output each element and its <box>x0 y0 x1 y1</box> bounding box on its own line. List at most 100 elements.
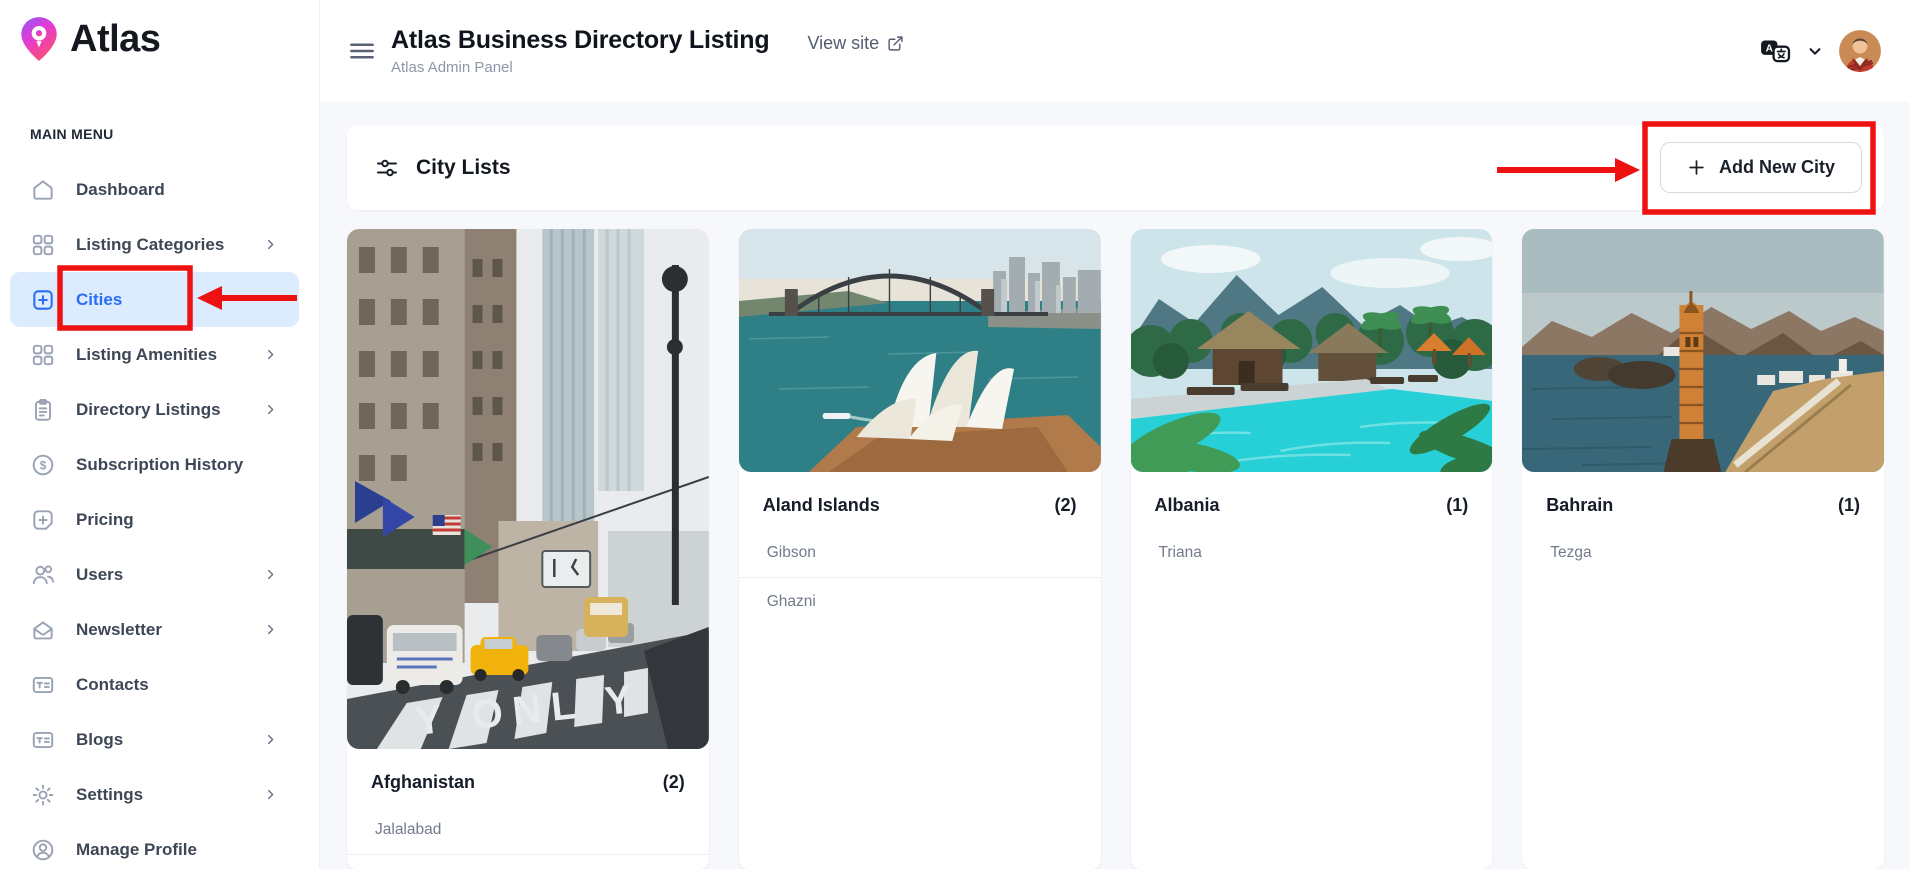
sidebar-item-label: Newsletter <box>76 620 162 640</box>
sidebar-item-listing-categories[interactable]: Listing Categories <box>0 217 319 272</box>
sliders-filter-icon <box>375 156 399 180</box>
country-name: Afghanistan <box>371 772 475 793</box>
city-list: GibsonGhazni <box>739 529 1101 626</box>
svg-text:A: A <box>1766 43 1774 54</box>
contact-card-icon <box>30 672 56 698</box>
sidebar-item-subscription-history[interactable]: $ Subscription History <box>0 437 319 492</box>
app-window: Atlas MAIN MENU Dashboard Listing Categor… <box>0 0 1909 869</box>
sidebar-item-label: Settings <box>76 785 143 805</box>
city-card-header: Aland Islands(2) <box>739 472 1101 529</box>
city-photo-albania <box>1131 229 1493 472</box>
sidebar-nav: Dashboard Listing Categories Cities Listing… <box>0 162 319 869</box>
city-card-afghanistan[interactable]: Y ONL Y Afghanistan(2)Jalalabad <box>347 229 709 869</box>
city-card-header: Afghanistan (2) <box>347 749 709 806</box>
content-area: City Lists Add New City <box>320 102 1909 869</box>
section-title: City Lists <box>416 156 511 180</box>
sidebar-item-label: Listing Categories <box>76 235 224 255</box>
sidebar-item-label: Subscription History <box>76 455 243 475</box>
chevron-right-icon <box>262 401 279 418</box>
brand-name: Atlas <box>70 18 160 61</box>
city-list-item[interactable]: Jalalabad <box>347 806 709 854</box>
sidebar: Atlas MAIN MENU Dashboard Listing Categor… <box>0 0 320 869</box>
chevron-right-icon <box>262 786 279 803</box>
header-titles: Atlas Business Directory Listing Atlas A… <box>391 26 769 76</box>
sidebar-item-label: Manage Profile <box>76 840 197 860</box>
sidebar-item-label: Pricing <box>76 510 134 530</box>
sidebar-item-label: Blogs <box>76 730 123 750</box>
plus-icon <box>1687 158 1706 177</box>
sidebar-item-label: Users <box>76 565 123 585</box>
city-list-item[interactable]: Ghazni <box>739 577 1101 626</box>
city-list-item[interactable]: Triana <box>1131 529 1493 577</box>
hamburger-menu-icon[interactable] <box>347 36 377 66</box>
page-title: Atlas Business Directory Listing <box>391 26 769 55</box>
translate-icon[interactable]: A <box>1760 39 1791 64</box>
sidebar-item-pricing[interactable]: Pricing <box>0 492 319 547</box>
brand-logo[interactable]: Atlas <box>0 0 319 64</box>
chevron-right-icon <box>262 236 279 253</box>
mail-icon <box>30 617 56 643</box>
sidebar-item-manage-profile[interactable]: Manage Profile <box>0 822 319 869</box>
gear-icon <box>30 782 56 808</box>
city-cards-grid: Y ONL Y Afghanistan(2)Jalalabad <box>347 229 1884 869</box>
chevron-right-icon <box>262 346 279 363</box>
external-link-icon <box>887 35 904 52</box>
clipboard-icon <box>30 397 56 423</box>
sidebar-item-label: Directory Listings <box>76 400 221 420</box>
plus-square-fold-icon <box>30 507 56 533</box>
home-icon <box>30 177 56 203</box>
grid-icon <box>30 342 56 368</box>
atlas-pin-icon <box>14 14 64 64</box>
topbar: Atlas Business Directory Listing Atlas A… <box>320 0 1909 102</box>
country-name: Aland Islands <box>763 495 880 516</box>
user-circle-icon <box>30 837 56 863</box>
users-icon <box>30 562 56 588</box>
topbar-right: A <box>1760 30 1881 72</box>
city-list-item[interactable]: Gibson <box>739 529 1101 577</box>
sidebar-item-cities[interactable]: Cities <box>10 272 299 327</box>
sidebar-item-users[interactable]: Users <box>0 547 319 602</box>
sidebar-item-settings[interactable]: Settings <box>0 767 319 822</box>
sidebar-item-contacts[interactable]: Contacts <box>0 657 319 712</box>
plus-square-icon <box>30 287 56 313</box>
city-card-header: Albania(1) <box>1131 472 1493 529</box>
city-photo-bahrain <box>1522 229 1884 472</box>
sidebar-item-blogs[interactable]: Blogs <box>0 712 319 767</box>
chevron-right-icon <box>262 731 279 748</box>
user-avatar[interactable] <box>1839 30 1881 72</box>
sidebar-item-label: Listing Amenities <box>76 345 217 365</box>
add-new-city-label: Add New City <box>1719 157 1835 178</box>
sidebar-item-dashboard[interactable]: Dashboard <box>0 162 319 217</box>
city-list-item[interactable]: Tezga <box>1522 529 1884 577</box>
page-subtitle: Atlas Admin Panel <box>391 59 769 76</box>
city-card-albania[interactable]: Albania(1)Triana <box>1131 229 1493 869</box>
view-site-link[interactable]: View site <box>807 33 904 54</box>
sidebar-item-label: Dashboard <box>76 180 165 200</box>
sidebar-section-label: MAIN MENU <box>30 126 319 142</box>
city-list-divider <box>347 854 709 866</box>
dollar-circle-icon: $ <box>30 452 56 478</box>
sidebar-item-listing-amenities[interactable]: Listing Amenities <box>0 327 319 382</box>
main-area: Atlas Business Directory Listing Atlas A… <box>320 0 1909 869</box>
sidebar-item-label: Contacts <box>76 675 149 695</box>
svg-text:$: $ <box>40 458 47 472</box>
city-count-badge: (2) <box>663 772 685 793</box>
sidebar-item-directory-listings[interactable]: Directory Listings <box>0 382 319 437</box>
add-new-city-button[interactable]: Add New City <box>1660 142 1862 193</box>
city-card-bahrain[interactable]: Bahrain(1)Tezga <box>1522 229 1884 869</box>
grid-icon <box>30 232 56 258</box>
chevron-right-icon <box>262 621 279 638</box>
city-card-aland-islands[interactable]: Aland Islands(2)GibsonGhazni <box>739 229 1101 869</box>
sidebar-item-newsletter[interactable]: Newsletter <box>0 602 319 657</box>
profile-chevron-down-icon[interactable] <box>1806 42 1824 60</box>
city-lists-toolbar: City Lists Add New City <box>347 125 1884 210</box>
blog-card-icon <box>30 727 56 753</box>
view-site-label: View site <box>807 33 879 54</box>
chevron-right-icon <box>262 566 279 583</box>
sidebar-item-label: Cities <box>76 290 122 310</box>
country-name: Bahrain <box>1546 495 1613 516</box>
city-photo-aland-islands <box>739 229 1101 472</box>
country-name: Albania <box>1155 495 1220 516</box>
city-list: Tezga <box>1522 529 1884 577</box>
city-list: Jalalabad <box>347 806 709 866</box>
